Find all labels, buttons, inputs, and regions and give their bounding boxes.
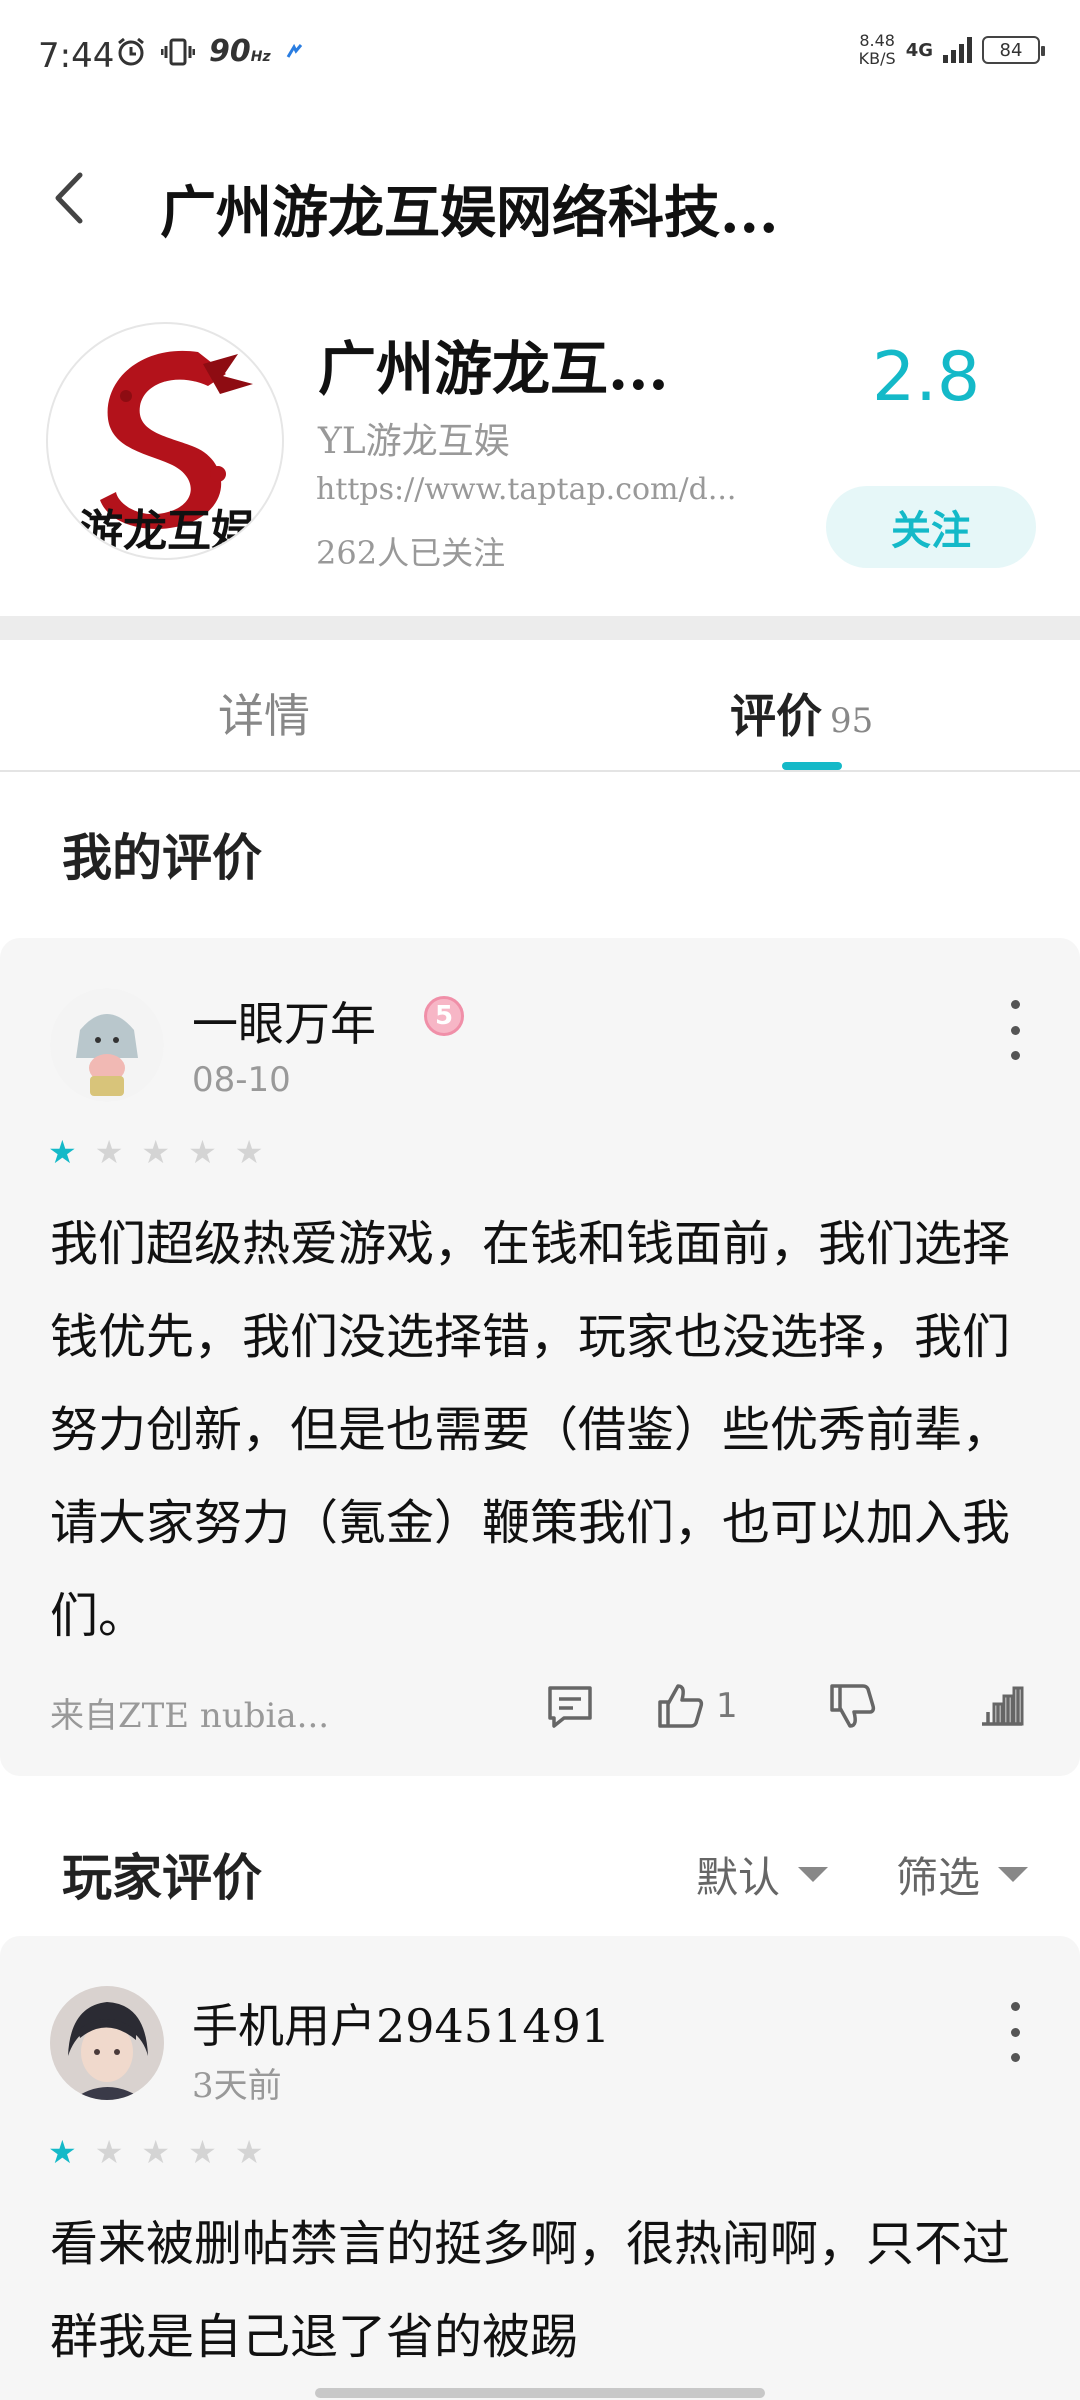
review-stars: ★ ★ ★ ★ ★: [48, 2136, 263, 2168]
tab-reviews-label: 评价: [730, 689, 822, 743]
review-username[interactable]: 手机用户29451491: [192, 1990, 610, 2056]
company-url[interactable]: https://www.taptap.com/d...: [316, 472, 736, 507]
status-icons-right: 8.48 KB/S 4G 84: [858, 31, 1045, 68]
star-empty-icon: ★: [141, 2133, 171, 2171]
network-type: 4G: [905, 39, 933, 61]
avatar[interactable]: [50, 1986, 164, 2100]
bar-chart-icon: [982, 1686, 1024, 1726]
filter-label: 筛选: [896, 1853, 981, 1902]
top-app-bar: 广州游龙互娱网络科技...: [0, 150, 1080, 250]
company-alias: YL游龙互娱: [318, 421, 510, 462]
like-count: 1: [716, 1686, 738, 1726]
avatar[interactable]: [50, 988, 164, 1102]
star-empty-icon: ★: [188, 1133, 217, 1171]
company-name: 广州游龙互...: [318, 335, 669, 403]
sort-label: 默认: [696, 1853, 781, 1902]
star-filled-icon: ★: [48, 2133, 77, 2171]
comment-icon: [548, 1686, 592, 1728]
refresh-rate: 90Hz: [209, 34, 271, 69]
more-options-icon[interactable]: [1000, 2002, 1030, 2062]
page-title: 广州游龙互娱网络科技...: [160, 180, 779, 246]
review-date: 08-10: [192, 1060, 291, 1100]
tab-indicator: [782, 762, 842, 770]
star-empty-icon: ★: [94, 2133, 124, 2171]
status-bar: 7:44 90Hz 8.48 KB/S 4G 84: [0, 0, 1080, 110]
sort-dropdown[interactable]: 默认: [696, 1844, 829, 1905]
filter-dropdown[interactable]: 筛选: [896, 1844, 1029, 1905]
follow-button[interactable]: 关注: [826, 486, 1036, 568]
network-speed: 8.48 KB/S: [858, 31, 896, 68]
tab-bar: 详情 评价 95: [0, 640, 1080, 772]
home-indicator[interactable]: [315, 2388, 765, 2398]
alarm-icon: [118, 37, 144, 65]
star-filled-icon: ★: [48, 1133, 77, 1171]
review-text: 我们超级热爱游戏，在钱和钱面前，我们选择钱优先，我们没选择错，玩家也没选择，我们…: [50, 1216, 1011, 1644]
review-stars: ★ ★ ★ ★ ★: [48, 1136, 263, 1168]
player-review-card: 手机用户29451491 3天前 ★ ★ ★ ★ ★ 看来被删帖禁言的挺多啊，很热闹啊，…: [0, 1936, 1080, 2400]
user-level-badge: 5: [424, 996, 464, 1036]
star-empty-icon: ★: [94, 1133, 124, 1171]
back-arrow-icon[interactable]: [44, 168, 94, 228]
caret-down-icon: [998, 1867, 1029, 1882]
star-empty-icon: ★: [188, 2133, 217, 2171]
tab-details[interactable]: 详情: [218, 680, 310, 746]
comment-button[interactable]: [544, 1680, 596, 1732]
thumbs-up-icon: [658, 1684, 704, 1728]
caret-down-icon: [798, 1867, 829, 1882]
more-options-icon[interactable]: [1000, 1000, 1030, 1060]
signal-icon: [943, 37, 972, 63]
section-divider: [0, 616, 1080, 640]
review-text: 看来被删帖禁言的挺多啊，很热闹啊，只不过群我是自己退了省的被踢: [50, 2216, 1011, 2365]
player-reviews-heading: 玩家评价: [62, 1848, 262, 1907]
vibrate-icon: [161, 38, 195, 65]
company-rating: 2.8: [872, 338, 981, 417]
status-icons-left: 90Hz: [115, 34, 305, 69]
follower-count: 262人已关注: [316, 534, 506, 572]
review-username[interactable]: 一眼万年: [192, 988, 376, 1054]
notification-icon: [286, 43, 302, 58]
stats-button[interactable]: [976, 1680, 1028, 1732]
svg-text:游龙互娱: 游龙互娱: [79, 506, 255, 557]
star-empty-icon: ★: [141, 1133, 171, 1171]
status-time: 7:44: [38, 36, 115, 76]
tab-reviews-count: 95: [830, 701, 874, 741]
battery-icon: 84: [982, 36, 1045, 64]
review-date: 3天前: [192, 2066, 282, 2106]
company-logo: 游龙互娱: [46, 322, 284, 560]
star-empty-icon: ★: [234, 2133, 264, 2171]
like-button[interactable]: 1: [654, 1680, 738, 1732]
thumbs-down-icon: [830, 1684, 876, 1728]
star-empty-icon: ★: [234, 1133, 264, 1171]
review-device: 来自ZTE nubia...: [50, 1696, 330, 1736]
company-profile: 游龙互娱 广州游龙互... YL游龙互娱 https://www.taptap.…: [0, 310, 1080, 610]
my-review-heading: 我的评价: [62, 828, 262, 887]
dislike-button[interactable]: [826, 1680, 878, 1732]
my-review-card: 一眼万年 5 08-10 ★ ★ ★ ★ ★ 我们超级热爱游戏，在钱和钱面前，我们选择钱…: [0, 938, 1080, 1776]
tab-reviews[interactable]: 评价 95: [730, 680, 873, 746]
